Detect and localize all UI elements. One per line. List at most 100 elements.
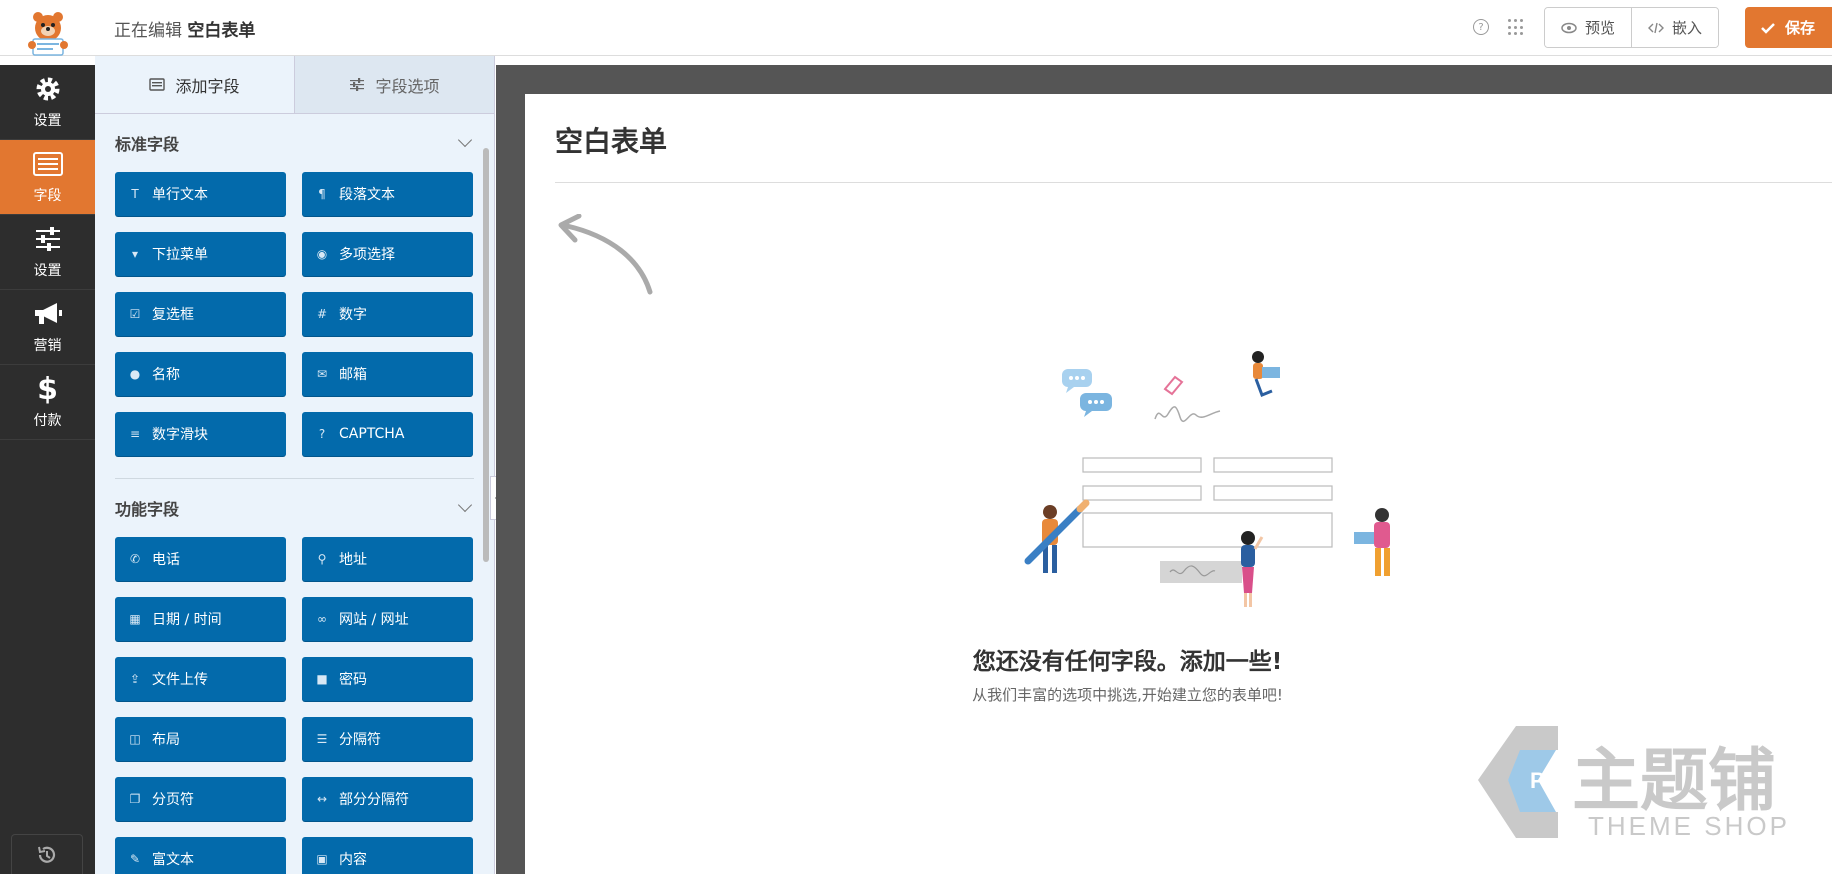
question-circle-icon: ? — [318, 427, 326, 441]
paragraph-icon: ¶ — [318, 187, 326, 201]
help-icon[interactable]: ? — [1473, 19, 1489, 35]
field-button-layout[interactable]: ◫ 布局 — [115, 717, 286, 761]
eye-icon — [1561, 22, 1577, 33]
field-label: 数字 — [339, 307, 367, 323]
field-button-captcha[interactable]: ? CAPTCHA — [302, 412, 473, 456]
fields-list-icon — [32, 149, 63, 179]
edit-icon: ✎ — [129, 852, 141, 866]
field-label: 内容 — [339, 852, 367, 868]
tab-field-options[interactable]: 字段选项 — [294, 56, 494, 113]
watermark-sub: THEME SHOP — [1588, 811, 1790, 841]
sliders-icon — [350, 78, 365, 91]
save-button[interactable]: 保存 — [1745, 7, 1832, 48]
field-button-password[interactable]: ■ 密码 — [302, 657, 473, 701]
field-label: 复选框 — [152, 307, 194, 323]
field-label: 网站 / 网址 — [339, 612, 409, 628]
dollar-icon: $ — [37, 371, 58, 407]
field-label: 分页符 — [152, 792, 194, 808]
hash-icon: # — [316, 307, 328, 321]
sliders-icon — [33, 224, 63, 254]
checkbox-icon: ☑ — [129, 307, 141, 321]
save-label: 保存 — [1785, 19, 1816, 37]
editing-label: 正在编辑 — [114, 21, 182, 41]
field-label: 密码 — [339, 672, 367, 688]
empty-state-subtitle: 从我们丰富的选项中挑选,开始建立您的表单吧! — [972, 686, 1283, 704]
columns-icon: ◫ — [129, 732, 141, 746]
field-button-name[interactable]: ● 名称 — [115, 352, 286, 396]
revisions-button[interactable] — [11, 834, 83, 874]
wpforms-logo[interactable] — [0, 0, 96, 65]
field-label: 富文本 — [152, 852, 194, 868]
field-label: 文件上传 — [152, 672, 208, 688]
field-label: 电话 — [152, 552, 180, 568]
tab-add-fields[interactable]: 添加字段 — [95, 56, 294, 113]
field-button-content[interactable]: ▣ 内容 — [302, 837, 473, 874]
megaphone-icon — [33, 299, 63, 329]
field-label: 数字滑块 — [152, 427, 208, 443]
field-button-email[interactable]: ✉ 邮箱 — [302, 352, 473, 396]
sidebar-item-setup[interactable]: 设置 — [0, 65, 95, 140]
field-button-divider[interactable]: ☰ 分隔符 — [302, 717, 473, 761]
sidebar-item-label: 字段 — [33, 188, 62, 204]
apps-grid-icon[interactable] — [1508, 19, 1525, 36]
curved-arrow-icon — [558, 214, 653, 295]
field-label: CAPTCHA — [339, 426, 405, 442]
tab-label: 添加字段 — [175, 76, 240, 96]
field-button-multiple-choice[interactable]: ◉ 多项选择 — [302, 232, 473, 276]
field-label: 部分分隔符 — [339, 792, 409, 808]
preview-label: 预览 — [1585, 19, 1616, 37]
gear-icon — [33, 74, 63, 104]
panel-tabs: 添加字段 字段选项 — [95, 56, 494, 114]
field-label: 邮箱 — [339, 367, 367, 383]
slider-icon: ≡ — [129, 427, 141, 441]
sidebar-item-marketing[interactable]: 营销 — [0, 290, 95, 365]
field-button-number-slider[interactable]: ≡ 数字滑块 — [115, 412, 286, 456]
image-icon: ▣ — [316, 852, 328, 866]
editing-form-heading: 正在编辑 空白表单 — [114, 16, 255, 41]
upload-icon: ⇪ — [129, 672, 141, 686]
title-divider — [555, 182, 1832, 183]
sidebar-item-fields[interactable]: 字段 — [0, 140, 95, 215]
sidebar-item-label: 营销 — [33, 338, 62, 354]
field-button-website-url[interactable]: ∞ 网站 / 网址 — [302, 597, 473, 641]
form-name: 空白表单 — [187, 21, 256, 41]
field-button-numbers[interactable]: # 数字 — [302, 292, 473, 336]
sidebar-item-payments[interactable]: $ 付款 — [0, 365, 95, 440]
embed-label: 嵌入 — [1672, 19, 1703, 37]
preview-button[interactable]: 预览 — [1545, 8, 1632, 47]
user-icon: ● — [129, 367, 141, 381]
panel-scrollbar[interactable] — [483, 148, 489, 562]
field-button-checkboxes[interactable]: ☑ 复选框 — [115, 292, 286, 336]
field-label: 地址 — [339, 552, 367, 568]
field-button-rich-text[interactable]: ✎ 富文本 — [115, 837, 286, 874]
field-button-paragraph-text[interactable]: ¶ 段落文本 — [302, 172, 473, 216]
field-button-phone[interactable]: ✆ 电话 — [115, 537, 286, 581]
fancy-fields-grid: ✆ 电话 ⚲ 地址 ▦ 日期 / 时间 ∞ 网站 / 网址 ⇪ 文件上传 ■ 密码 ◫ 布局 … — [95, 537, 494, 874]
field-button-single-line-text[interactable]: T 单行文本 — [115, 172, 286, 216]
fancy-fields-header[interactable]: 功能字段 — [95, 479, 494, 537]
field-label: 单行文本 — [152, 187, 208, 203]
empty-state-illustration — [1024, 351, 1390, 607]
field-button-dropdown[interactable]: ▾ 下拉菜单 — [115, 232, 286, 276]
embed-button[interactable]: 嵌入 — [1631, 8, 1719, 47]
watermark-main: 主题铺 — [1572, 742, 1776, 821]
fields-panel: 添加字段 字段选项 标准字段 T 单行文本 ¶ 段落文本 ▾ 下拉菜单 ◉ 多项选择 ☑… — [95, 56, 495, 874]
field-button-page-break[interactable]: ❐ 分页符 — [115, 777, 286, 821]
sidebar-item-label: 付款 — [33, 413, 62, 429]
text-icon: T — [131, 187, 139, 201]
chevron-down-icon — [457, 497, 473, 513]
dropdown-icon: ▾ — [131, 247, 139, 261]
lock-icon: ■ — [316, 672, 328, 686]
chevron-down-icon — [457, 132, 473, 148]
sidebar-item-label: 设置 — [33, 113, 62, 129]
history-icon — [38, 846, 56, 863]
field-button-file-upload[interactable]: ⇪ 文件上传 — [115, 657, 286, 701]
list-alt-icon — [149, 78, 166, 91]
field-button-section-divider[interactable]: ↔ 部分分隔符 — [302, 777, 473, 821]
field-label: 下拉菜单 — [152, 247, 208, 263]
sidebar-item-settings[interactable]: 设置 — [0, 215, 95, 290]
field-button-date-time[interactable]: ▦ 日期 / 时间 — [115, 597, 286, 641]
field-button-address[interactable]: ⚲ 地址 — [302, 537, 473, 581]
standard-fields-header[interactable]: 标准字段 — [95, 114, 494, 172]
calendar-icon: ▦ — [129, 612, 141, 626]
